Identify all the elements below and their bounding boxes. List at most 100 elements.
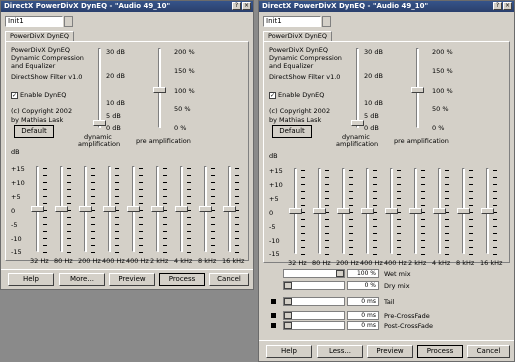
eq-tick-mark	[163, 217, 167, 218]
eq-tick-mark	[139, 217, 143, 218]
eq-tick-mark	[349, 254, 353, 255]
eq-tick-mark	[469, 198, 473, 199]
dry-mix-thumb[interactable]	[284, 282, 292, 289]
tail-thumb[interactable]	[284, 298, 292, 305]
eq-tick-mark	[67, 175, 71, 176]
save-preset-icon[interactable]	[64, 16, 73, 27]
cancel-button[interactable]: Cancel	[467, 345, 510, 358]
eq-band-thumb[interactable]	[313, 208, 326, 214]
eq-tick-mark	[115, 189, 119, 190]
dry-mix-value[interactable]: 0 %	[347, 281, 379, 290]
eq-band-thumb[interactable]	[175, 206, 188, 212]
eq-band-thumb[interactable]	[103, 206, 116, 212]
default-button[interactable]: Default	[14, 125, 54, 138]
preview-button[interactable]: Preview	[367, 345, 413, 358]
tab-powerdivx-dyneq[interactable]: PowerDivX DynEQ	[5, 31, 75, 41]
enable-dyneq-checkbox[interactable]: ✓	[269, 91, 276, 99]
eq-tick-mark	[211, 231, 215, 232]
tail-value[interactable]: 0 ms	[347, 297, 379, 306]
eq-tick-mark	[115, 217, 119, 218]
eq-band-thumb[interactable]	[55, 206, 68, 212]
eq-tick-mark	[445, 184, 449, 185]
eq-tick-mark	[373, 184, 377, 185]
eq-band-thumb[interactable]	[433, 208, 446, 214]
eq-tick-mark	[43, 168, 47, 169]
eq-band-thumb[interactable]	[409, 208, 422, 214]
eq-band-thumb[interactable]	[79, 206, 92, 212]
eq-band-label: 32 Hz	[288, 259, 307, 267]
eq-tick-mark	[325, 205, 329, 206]
less-button[interactable]: Less...	[317, 345, 363, 358]
eq-band-label: 8 kHz	[456, 259, 475, 267]
eq-tick-mark	[373, 233, 377, 234]
eq-tick-mark	[139, 175, 143, 176]
eq-tick-mark	[469, 240, 473, 241]
pre-amp-thumb[interactable]	[411, 87, 424, 93]
eq-band-thumb[interactable]	[127, 206, 140, 212]
dry-mix-slider[interactable]	[283, 281, 345, 290]
eq-band-thumb[interactable]	[199, 206, 212, 212]
eq-tick-mark	[373, 177, 377, 178]
pre-crossfade-slider[interactable]	[283, 311, 345, 320]
eq-band-thumb[interactable]	[457, 208, 470, 214]
eq-tick-mark	[235, 182, 239, 183]
eq-band-thumb[interactable]	[289, 208, 302, 214]
save-preset-icon[interactable]	[322, 16, 331, 27]
eq-band-label: 2 kHz	[408, 259, 427, 267]
eq-band-thumb[interactable]	[151, 206, 164, 212]
eq-band-thumb[interactable]	[361, 208, 374, 214]
default-button[interactable]: Default	[272, 125, 312, 138]
eq-band-thumb[interactable]	[223, 206, 236, 212]
eq-tick-mark	[163, 175, 167, 176]
eq-tick-mark	[187, 224, 191, 225]
help-button[interactable]: Help	[8, 273, 54, 286]
eq-band-thumb[interactable]	[481, 208, 494, 214]
more-button[interactable]: More...	[59, 273, 105, 286]
product-desc-line2: and Equalizer	[11, 62, 56, 70]
pre-crossfade-value[interactable]: 0 ms	[347, 311, 379, 320]
post-crossfade-row: 0 ms Post-CrossFade	[283, 321, 433, 330]
wet-mix-slider[interactable]	[283, 269, 345, 278]
eq-tick-mark	[373, 198, 377, 199]
eq-band-thumb[interactable]	[385, 208, 398, 214]
eq-band-label: 200 Hz	[78, 257, 101, 265]
post-crossfade-value[interactable]: 0 ms	[347, 321, 379, 330]
dynamic-amp-track[interactable]	[356, 48, 359, 128]
preset-dropdown[interactable]: Init1	[5, 16, 63, 27]
post-crossfade-thumb[interactable]	[284, 322, 292, 329]
close-title-button[interactable]: ×	[242, 2, 251, 10]
eq-tick-mark	[301, 191, 305, 192]
eq-tick-mark	[235, 189, 239, 190]
cancel-button[interactable]: Cancel	[209, 273, 249, 286]
help-button[interactable]: Help	[266, 345, 312, 358]
eq-tick-mark	[163, 245, 167, 246]
help-title-button[interactable]: ?	[232, 2, 241, 10]
tail-slider[interactable]	[283, 297, 345, 306]
dynamic-amp-thumb[interactable]	[93, 120, 106, 126]
dynamic-amp-thumb[interactable]	[351, 120, 364, 126]
eq-tick-mark	[67, 196, 71, 197]
pre-amp-thumb[interactable]	[153, 87, 166, 93]
enable-dyneq-checkbox[interactable]: ✓	[11, 91, 18, 99]
post-crossfade-slider[interactable]	[283, 321, 345, 330]
close-title-button[interactable]: ×	[503, 2, 512, 10]
wet-mix-thumb[interactable]	[336, 270, 344, 277]
eq-tick-mark	[163, 203, 167, 204]
preset-dropdown[interactable]: Init1	[263, 16, 321, 27]
help-title-button[interactable]: ?	[493, 2, 502, 10]
wet-mix-value[interactable]: 100 %	[347, 269, 379, 278]
tab-powerdivx-dyneq[interactable]: PowerDivX DynEQ	[263, 31, 333, 41]
process-button[interactable]: Process	[417, 345, 463, 358]
pre-crossfade-thumb[interactable]	[284, 312, 292, 319]
product-desc-line2: and Equalizer	[269, 62, 314, 70]
eq-tick-mark	[397, 184, 401, 185]
eq-band-label: 8 kHz	[198, 257, 217, 265]
dynamic-amp-track[interactable]	[98, 48, 101, 128]
eq-band-label: 80 Hz	[312, 259, 331, 267]
process-button[interactable]: Process	[159, 273, 205, 286]
eq-band-thumb[interactable]	[337, 208, 350, 214]
eq-tick-mark	[445, 240, 449, 241]
eq-tick-mark	[325, 233, 329, 234]
preview-button[interactable]: Preview	[109, 273, 155, 286]
eq-band-thumb[interactable]	[31, 206, 44, 212]
